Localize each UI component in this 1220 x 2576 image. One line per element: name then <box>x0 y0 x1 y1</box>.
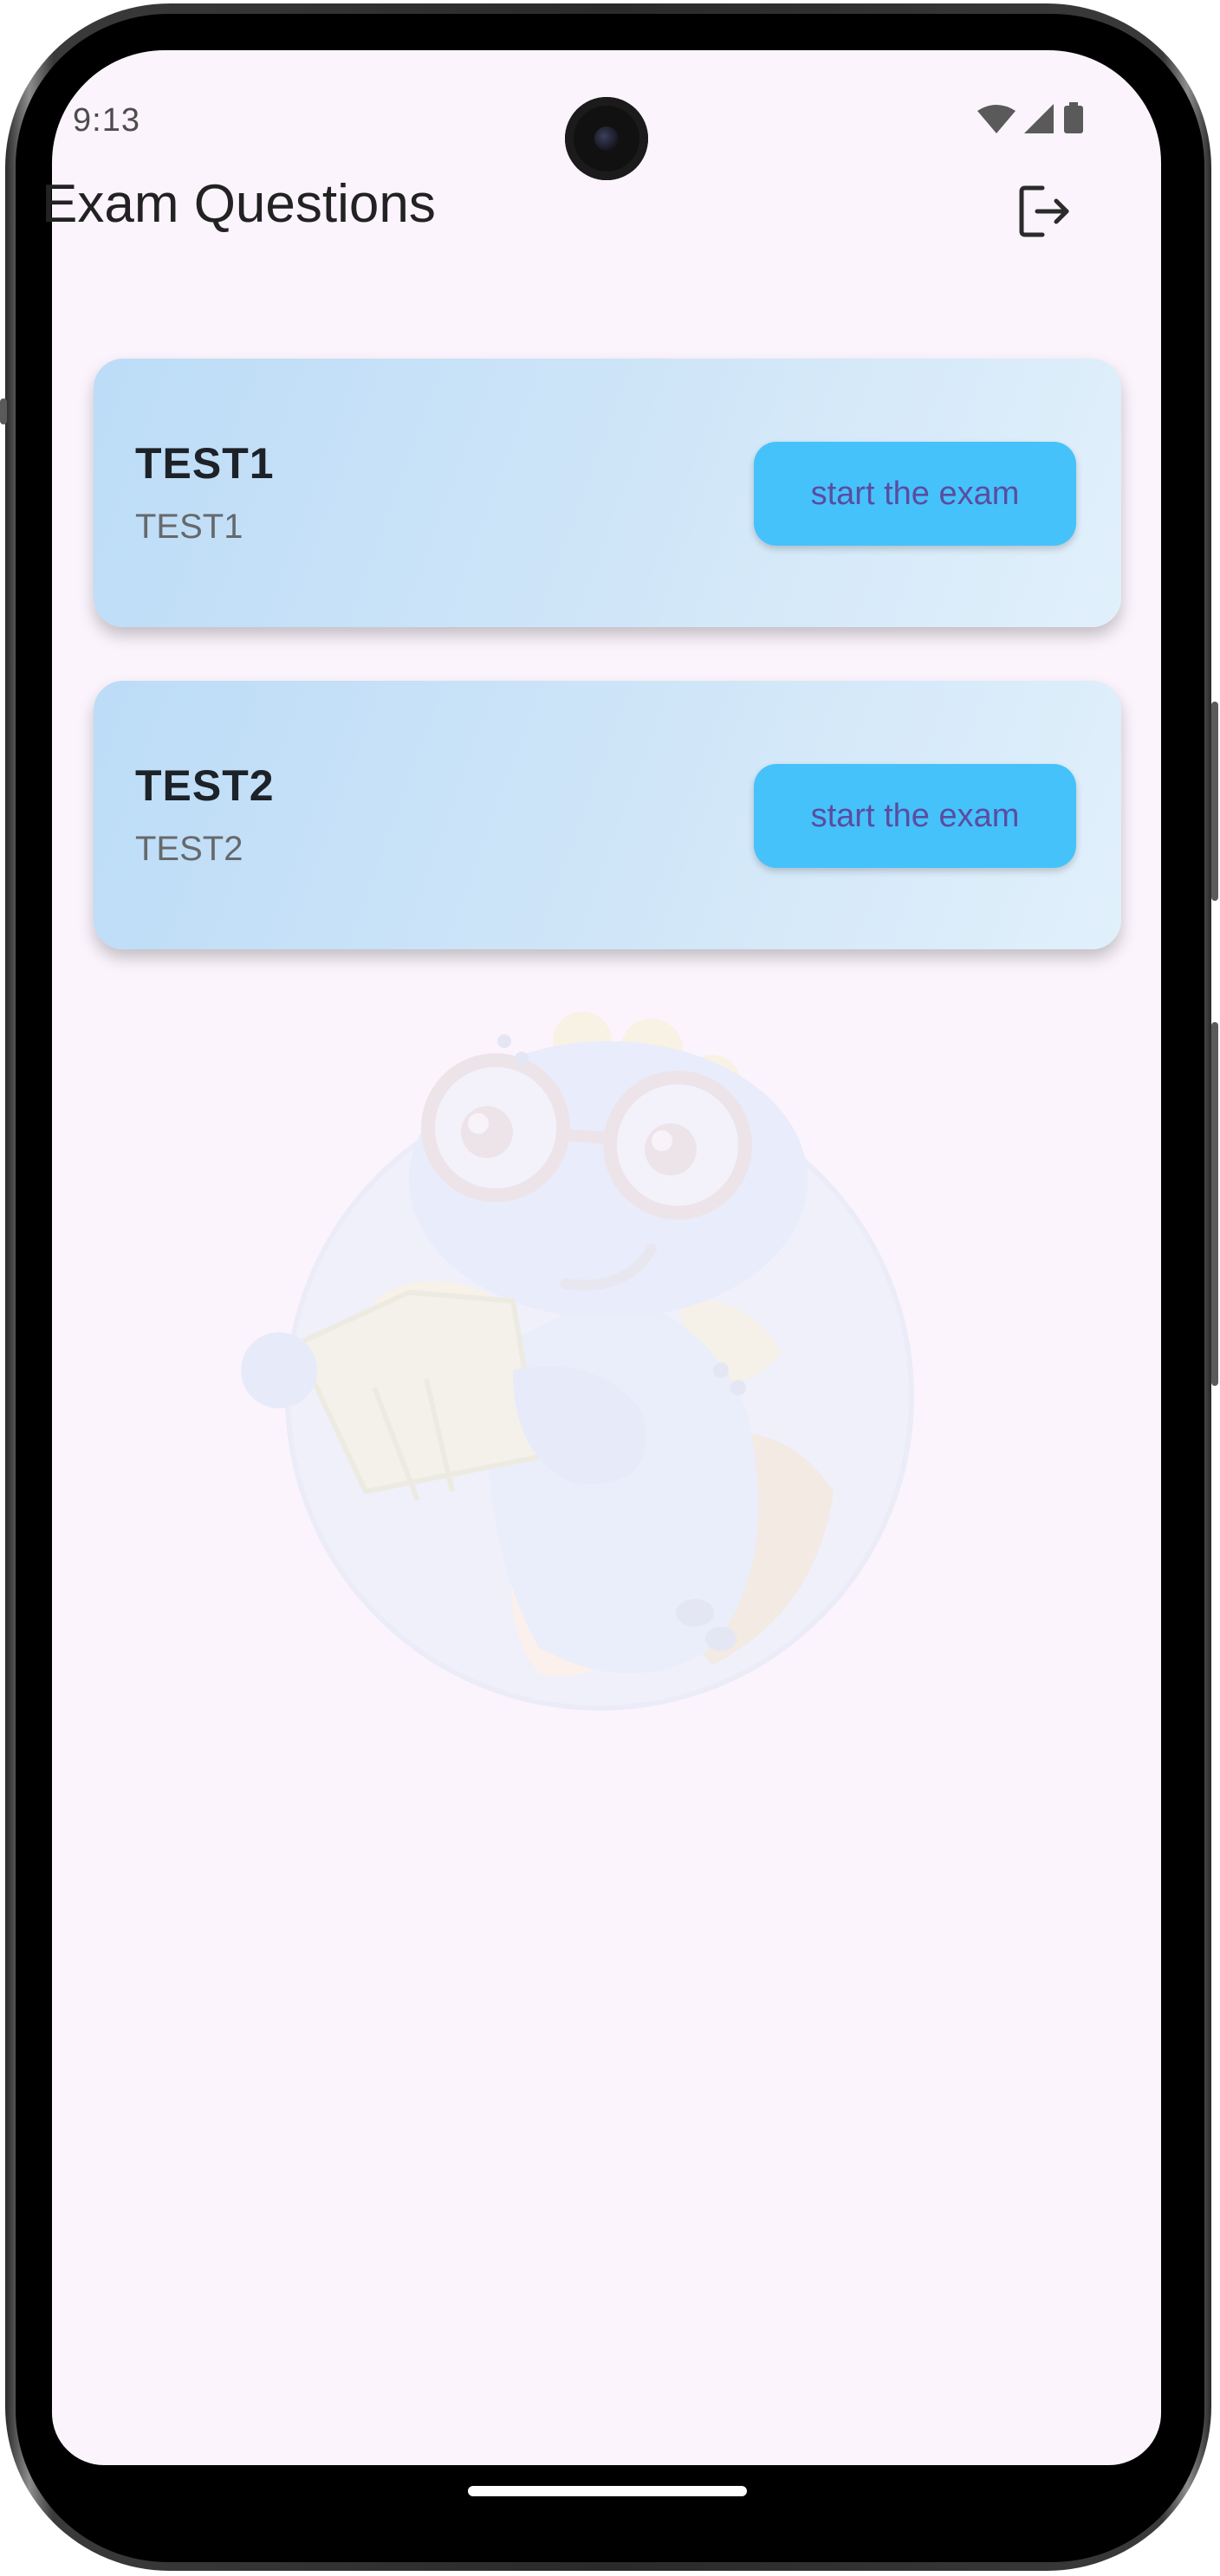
exam-title: TEST1 <box>135 439 275 488</box>
front-camera <box>565 97 648 180</box>
volume-button <box>1211 702 1218 901</box>
page-title: Exam Questions <box>42 174 436 234</box>
exam-title: TEST2 <box>135 761 275 810</box>
dinosaur-mascot-illustration <box>227 1006 938 1717</box>
status-icons <box>976 102 1097 137</box>
power-button <box>1211 1022 1218 1386</box>
start-exam-button[interactable]: start the exam <box>754 764 1076 868</box>
left-side-button <box>0 398 7 424</box>
exam-subtitle: TEST2 <box>135 830 243 868</box>
wifi-icon <box>977 105 1016 133</box>
cellular-signal-icon <box>1024 104 1054 133</box>
home-indicator[interactable] <box>468 2486 747 2496</box>
logout-button[interactable] <box>1012 178 1078 244</box>
start-exam-button[interactable]: start the exam <box>754 442 1076 546</box>
battery-icon <box>1064 102 1083 133</box>
logout-icon <box>1019 185 1069 237</box>
exam-subtitle: TEST1 <box>135 508 243 546</box>
phone-device: 9:13 Exam Questions TEST1 TEST1 start th… <box>0 0 1220 2576</box>
exam-card: TEST2 TEST2 start the exam <box>94 681 1121 949</box>
exam-card: TEST1 TEST1 start the exam <box>94 359 1121 627</box>
status-time: 9:13 <box>73 102 140 139</box>
